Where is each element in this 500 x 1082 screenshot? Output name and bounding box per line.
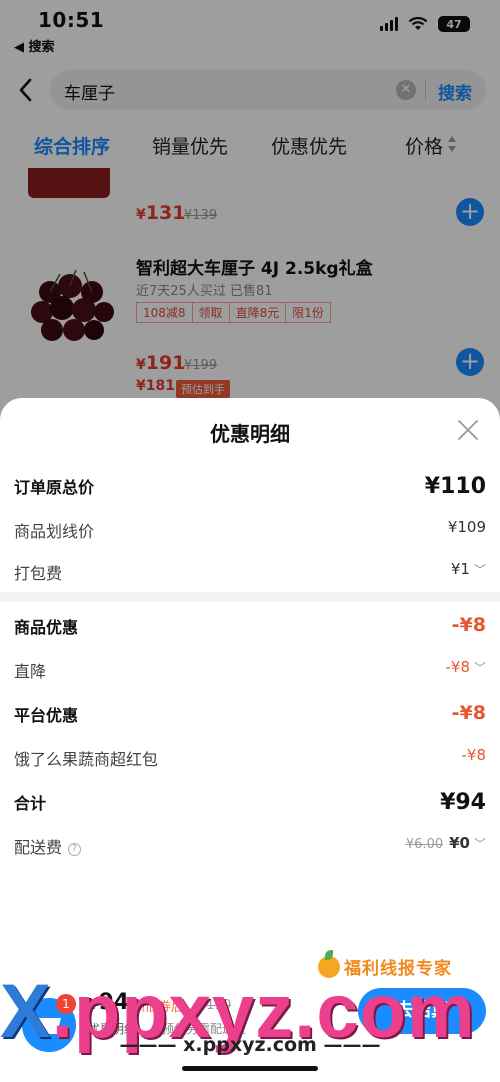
chevron-down-icon: ﹀ <box>473 563 486 577</box>
product-discount-row: 商品优惠 -¥8 <box>14 614 486 637</box>
platform-discount-row: 平台优惠 -¥8 <box>14 702 486 725</box>
sheet-title: 优惠明细 <box>210 422 290 446</box>
home-indicator[interactable] <box>182 1066 318 1071</box>
help-icon[interactable]: ? <box>68 843 82 856</box>
total-row: 合计 ¥94 <box>14 790 486 815</box>
original-total-row: 订单原总价 ¥110 <box>14 474 486 499</box>
chevron-down-icon: ﹀ <box>473 661 486 675</box>
direct-reduction-row[interactable]: 直降 -¥8 ﹀ <box>14 654 486 684</box>
watermark-domain-small: ——— x.ppxyz.com ——— <box>119 1034 381 1056</box>
close-icon[interactable] <box>456 418 480 442</box>
packaging-fee-row[interactable]: 打包费 ¥1 ﹀ <box>14 556 486 586</box>
red-packet-row: 饿了么果蔬商超红包 -¥8 <box>14 746 486 769</box>
section-divider <box>0 592 500 602</box>
delivery-fee-row[interactable]: 配送费? ¥6.00 ¥0 ﹀ <box>14 830 486 860</box>
chevron-down-icon: ﹀ <box>473 837 486 851</box>
list-price-row: 商品划线价 ¥109 <box>14 518 486 541</box>
